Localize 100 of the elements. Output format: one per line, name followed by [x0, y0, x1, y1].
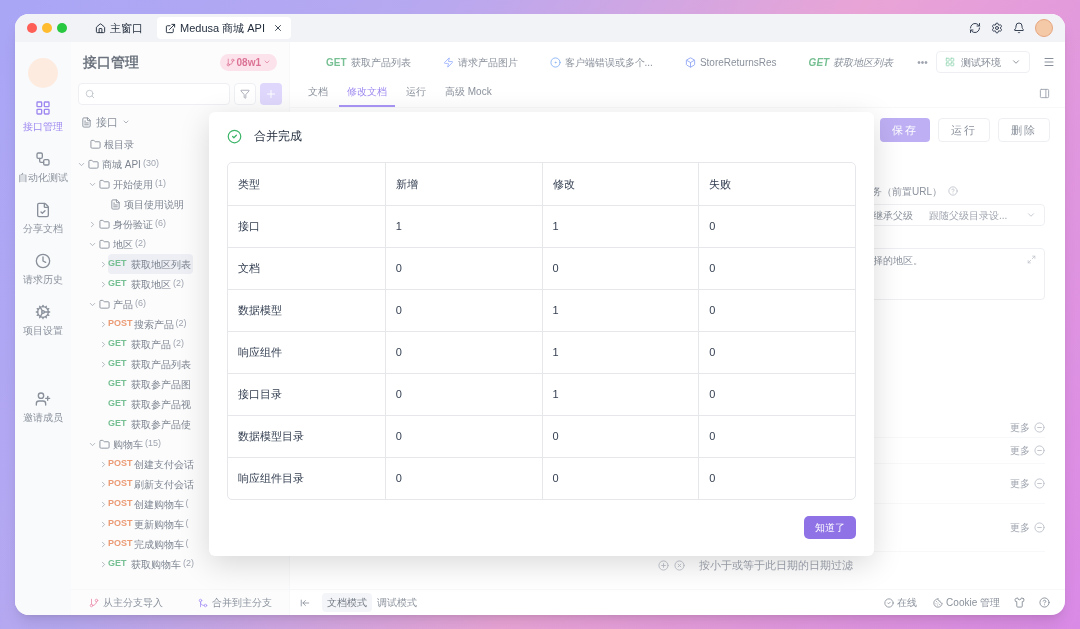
remove-icon[interactable]	[1034, 445, 1045, 456]
tree-item[interactable]: POST搜索产品 (2)	[108, 314, 189, 334]
bell-icon[interactable]	[1013, 22, 1025, 34]
item-name: 获取地区列表	[131, 257, 191, 272]
tree-item[interactable]: 根目录	[88, 134, 136, 154]
environment-selector[interactable]: 测试环境	[935, 51, 1030, 73]
action-button[interactable]: 删除	[998, 118, 1050, 142]
tree-item[interactable]: GET 获取地区列表	[108, 254, 193, 274]
chevron-icon[interactable]	[99, 319, 108, 329]
tree-item[interactable]: GET 获取地区 (2)	[108, 274, 186, 294]
tree-item[interactable]: 产品 (6)	[97, 294, 148, 314]
nav-item[interactable]: 自动化测试	[18, 151, 68, 185]
chevron-icon[interactable]	[99, 499, 108, 509]
search-field[interactable]	[78, 83, 230, 105]
theme-icon[interactable]	[1014, 597, 1025, 608]
tree-item[interactable]: 购物车 (15)	[97, 434, 163, 454]
tree-item[interactable]: POST创建支付会话	[108, 454, 196, 474]
nav-item[interactable]: 项目设置	[23, 304, 63, 338]
close-icon[interactable]	[273, 23, 283, 33]
menu-icon[interactable]	[1043, 56, 1055, 68]
section-tab[interactable]: 文档	[300, 84, 336, 107]
chevron-icon[interactable]	[99, 519, 108, 529]
section-tab[interactable]: 高级 Mock	[437, 84, 500, 107]
chevron-icon[interactable]	[99, 559, 108, 569]
chevron-icon[interactable]	[99, 259, 108, 269]
section-tab[interactable]: 运行	[398, 84, 434, 107]
more-link[interactable]: 更多	[1010, 443, 1030, 458]
chevron-icon[interactable]	[99, 479, 108, 489]
root-selector[interactable]: 接口	[81, 113, 130, 131]
filter-button[interactable]	[234, 83, 256, 105]
more-link[interactable]: 更多	[1010, 476, 1030, 491]
nav-item[interactable]: 接口管理	[23, 100, 63, 134]
chevron-icon[interactable]	[88, 219, 97, 229]
collapse-icon[interactable]	[300, 597, 310, 608]
tree-item[interactable]: POST刷新支付会话	[108, 474, 196, 494]
action-button[interactable]: 保存	[880, 118, 930, 142]
settings-icon[interactable]	[991, 22, 1003, 34]
clear-icon[interactable]	[674, 559, 685, 571]
window-tab[interactable]: Medusa 商城 API	[157, 17, 291, 39]
tree-item[interactable]: GET 获取参产品视	[108, 394, 193, 414]
chevron-icon[interactable]	[99, 459, 108, 469]
chevron-icon[interactable]	[99, 279, 108, 289]
item-name: 项目使用说明	[124, 197, 184, 212]
section-tab[interactable]: 修改文档	[339, 84, 395, 107]
item-name: 获取参产品使	[131, 417, 191, 432]
action-button[interactable]: 运行	[938, 118, 990, 142]
online-status[interactable]: 在线	[884, 595, 918, 610]
column-header: 修改	[541, 163, 699, 205]
help-icon[interactable]	[1039, 597, 1050, 608]
tree-item[interactable]: 开始使用 (1)	[97, 174, 168, 194]
nav-item[interactable]: 请求历史	[23, 253, 63, 287]
more-link[interactable]: 更多	[1010, 520, 1030, 535]
tree-item[interactable]: 商城 API (30)	[86, 154, 161, 174]
side-panel-icon[interactable]	[1039, 88, 1050, 99]
more-tabs-button[interactable]: •••	[917, 54, 928, 70]
mode-tab[interactable]: 文档模式	[322, 593, 372, 612]
tree-item[interactable]: POST更新购物车 (	[108, 514, 191, 534]
help-icon[interactable]	[948, 186, 958, 196]
tree-item[interactable]: POST创建购物车 (	[108, 494, 191, 514]
request-tab[interactable]: GET 获取地区列表	[798, 54, 904, 70]
branch-selector[interactable]: 08w1	[219, 53, 277, 71]
cookie-manager-link[interactable]: Cookie 管理	[933, 595, 1000, 610]
tree-item[interactable]: GET 获取参产品图	[108, 374, 193, 394]
expand-icon[interactable]	[1027, 255, 1036, 264]
item-count: (6)	[155, 217, 166, 231]
request-tab[interactable]: GET 获取产品列表	[316, 54, 421, 70]
confirm-button[interactable]: 知道了	[804, 516, 856, 539]
request-tab[interactable]: 请求产品图片	[432, 54, 528, 70]
tree-item[interactable]: 地区 (2)	[97, 234, 148, 254]
nav-item[interactable]: 分享文档	[23, 202, 63, 236]
tree-item[interactable]: GET 获取产品列表	[108, 354, 193, 374]
branch-action[interactable]: 合并到主分支	[180, 595, 289, 610]
cube-icon	[684, 56, 696, 68]
more-link[interactable]: 更多	[1010, 420, 1030, 435]
branch-action[interactable]: 从主分支导入	[71, 595, 180, 610]
tree-item[interactable]: 身份验证 (6)	[97, 214, 168, 234]
mode-tab[interactable]: 调试模式	[372, 593, 422, 612]
chevron-icon[interactable]	[99, 539, 108, 549]
avatar[interactable]	[1035, 19, 1053, 37]
nav-item[interactable]: 邀请成员	[23, 391, 63, 425]
tree-item[interactable]: GET 获取产品 (2)	[108, 334, 186, 354]
tree-item[interactable]: POST完成购物车 (	[108, 534, 191, 554]
remove-icon[interactable]	[1034, 478, 1045, 489]
circle-icon	[549, 56, 561, 68]
add-icon[interactable]	[658, 559, 669, 571]
remove-icon[interactable]	[1034, 422, 1045, 433]
tree-item[interactable]: GET 获取购物车 (2)	[108, 554, 196, 574]
request-tab[interactable]: 客户端错误或多个...	[539, 54, 663, 70]
refresh-icon[interactable]	[969, 22, 981, 34]
tree-item[interactable]: GET 获取参产品使	[108, 414, 193, 434]
add-button[interactable]	[260, 83, 282, 105]
panel-title: 接口管理	[83, 52, 139, 72]
chevron-icon[interactable]	[99, 359, 108, 369]
table-cell-text: 数据模型	[237, 303, 283, 319]
remove-icon[interactable]	[1034, 522, 1045, 533]
window-tab[interactable]: 主窗口	[87, 17, 151, 39]
item-name: 身份验证	[113, 217, 153, 232]
tree-item[interactable]: 项目使用说明	[108, 194, 186, 214]
request-tab[interactable]: StoreReturnsRes	[674, 54, 787, 70]
chevron-icon[interactable]	[99, 339, 108, 349]
